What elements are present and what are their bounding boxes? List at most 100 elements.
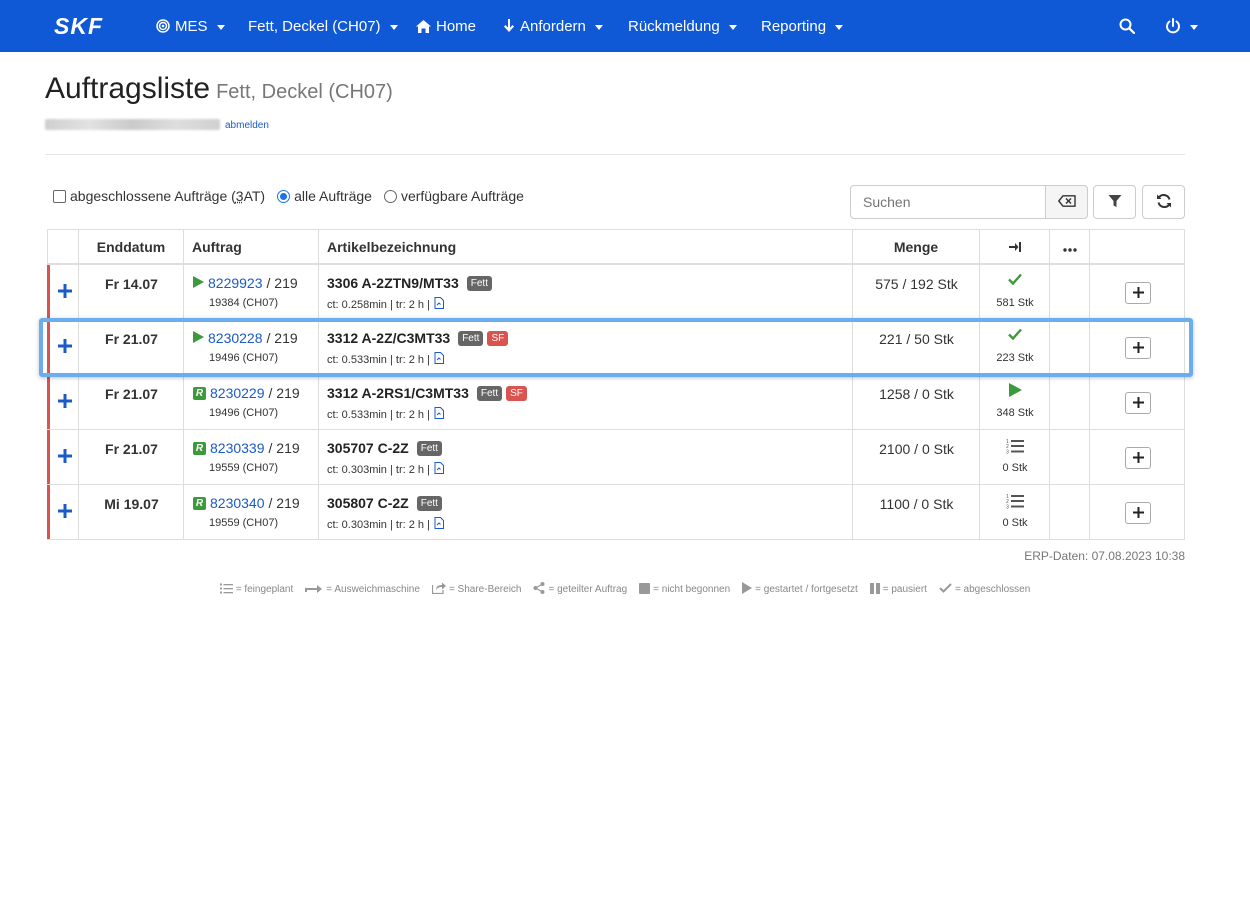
nav-reporting-menu[interactable]: Reporting	[761, 0, 844, 52]
play-icon	[193, 330, 204, 346]
expand-cell	[47, 430, 79, 484]
document-icon[interactable]	[434, 407, 444, 422]
legend-label: = nicht begonnen	[653, 584, 731, 595]
expand-cell	[47, 265, 79, 319]
status-count: 0 Stk	[1002, 517, 1028, 529]
add-button[interactable]	[1125, 392, 1151, 414]
arrow-down-icon	[503, 19, 515, 33]
nav-anfordern-menu[interactable]: Anfordern	[503, 0, 603, 52]
order-number-link[interactable]: 8230339	[210, 440, 265, 456]
status-count: 348 Stk	[996, 407, 1034, 419]
filter-button[interactable]	[1093, 185, 1136, 219]
header-enddatum[interactable]: Enddatum	[79, 230, 184, 263]
table-row[interactable]: Fr 21.07 R 8230229 / 219 19496 (CH07) 3312 A…	[47, 375, 1185, 430]
auftrag-cell: R 8230339 / 219 19559 (CH07)	[184, 430, 319, 484]
document-icon[interactable]	[434, 462, 444, 477]
nav-search-button[interactable]	[1119, 0, 1135, 52]
available-orders-radio[interactable]	[383, 189, 397, 203]
order-number-link[interactable]: 8229923	[208, 275, 263, 291]
all-orders-radio[interactable]	[277, 189, 291, 203]
expand-row-plus-icon[interactable]	[58, 394, 72, 408]
quantity: 221 / 50 Stk	[879, 331, 954, 347]
nav-workplace-label: Fett, Deckel (CH07)	[248, 17, 381, 35]
expand-row-plus-icon[interactable]	[58, 504, 72, 518]
skf-logo[interactable]: SKF	[54, 14, 128, 38]
add-button[interactable]	[1125, 447, 1151, 469]
status-cell: 348 Stk	[980, 375, 1050, 429]
document-icon[interactable]	[434, 517, 444, 532]
order-number-link[interactable]: 8230228	[208, 330, 263, 346]
closed-orders-checkbox[interactable]	[53, 189, 66, 203]
more-cell	[1050, 320, 1090, 374]
table-row[interactable]: Fr 21.07 8230228 / 219 19496 (CH07) 3312 A-…	[47, 320, 1185, 375]
legend-label: = Ausweichmaschine	[326, 584, 420, 595]
nav-mes-menu[interactable]: MES	[156, 0, 225, 52]
order-sub: 19496 (CH07)	[209, 407, 279, 419]
page-title-text: Auftragsliste	[45, 72, 211, 105]
nav-workplace-menu[interactable]: Fett, Deckel (CH07)	[248, 0, 398, 52]
stop-icon	[639, 582, 651, 597]
refresh-button[interactable]	[1142, 185, 1185, 219]
nav-rueckmeldung-menu[interactable]: Rückmeldung	[628, 0, 737, 52]
actions-cell	[1090, 485, 1185, 539]
expand-row-plus-icon[interactable]	[58, 449, 72, 463]
search-input[interactable]	[850, 185, 1046, 219]
closed-orders-count[interactable]: 3	[236, 188, 244, 204]
expand-row-plus-icon[interactable]	[58, 339, 72, 353]
expand-cell	[47, 320, 79, 374]
clear-search-button[interactable]	[1045, 185, 1088, 219]
logout-link[interactable]: abmelden	[225, 120, 269, 131]
actions-cell	[1090, 430, 1185, 484]
article-name: 305707 C-2Z	[327, 440, 409, 456]
menge-cell: 575 / 192 Stk	[853, 265, 980, 319]
check-icon	[980, 273, 1050, 285]
more-cell	[1050, 485, 1090, 539]
chevron-down-icon	[728, 24, 737, 30]
order-number-link[interactable]: 8230229	[210, 385, 265, 401]
header-menge[interactable]: Menge	[853, 230, 980, 263]
ellipsis-icon	[1062, 239, 1077, 255]
add-button[interactable]	[1125, 282, 1151, 304]
status-cell: 123 0 Stk	[980, 485, 1050, 539]
chevron-down-icon	[835, 24, 844, 30]
document-icon[interactable]	[434, 297, 444, 312]
article-badge: Fett	[458, 330, 484, 346]
status-cell: 581 Stk	[980, 265, 1050, 319]
more-cell	[1050, 265, 1090, 319]
order-filters: abgeschlossene Aufträge (3 AT) alle Auft…	[53, 188, 524, 204]
order-operation: / 219	[266, 275, 298, 291]
legend-item: = geteilter Auftrag	[533, 582, 627, 597]
play-icon	[742, 582, 753, 597]
nav-power-menu[interactable]	[1165, 0, 1198, 52]
order-operation: / 219	[268, 385, 300, 401]
document-icon[interactable]	[434, 352, 444, 367]
auftrag-cell: R 8230229 / 219 19496 (CH07)	[184, 375, 319, 429]
add-button[interactable]	[1125, 502, 1151, 524]
all-orders-label: alle Aufträge	[294, 188, 372, 204]
header-more[interactable]	[1050, 230, 1090, 263]
arrow-to-right-icon	[1008, 239, 1021, 255]
legend-item: = nicht begonnen	[639, 582, 730, 597]
order-number-link[interactable]: 8230340	[210, 495, 265, 511]
header-artikelbezeichnung[interactable]: Artikelbezeichnung	[319, 230, 853, 263]
enddatum-cell: Mi 19.07	[79, 485, 184, 539]
nav-home-link[interactable]: Home	[416, 0, 476, 52]
table-row[interactable]: Fr 21.07 R 8230339 / 219 19559 (CH07) 305707…	[47, 430, 1185, 485]
erp-timestamp: ERP-Daten: 07.08.2023 10:38	[1024, 549, 1185, 563]
released-badge-icon: R	[193, 441, 206, 455]
plus-icon	[1132, 395, 1144, 411]
table-row[interactable]: Fr 14.07 8229923 / 219 19384 (CH07) 3306 A-…	[47, 265, 1185, 320]
article-name: 305807 C-2Z	[327, 495, 409, 511]
table-row[interactable]: Mi 19.07 R 8230340 / 219 19559 (CH07) 305807…	[47, 485, 1185, 540]
header-auftrag[interactable]: Auftrag	[184, 230, 319, 263]
article-badge: Fett	[416, 440, 442, 456]
play-icon	[980, 383, 1050, 397]
refresh-icon	[1156, 193, 1172, 212]
header-expand	[47, 230, 79, 263]
article-badge: SF	[506, 385, 527, 401]
more-cell	[1050, 430, 1090, 484]
order-sub: 19384 (CH07)	[209, 297, 279, 309]
add-button[interactable]	[1125, 337, 1151, 359]
header-status[interactable]	[980, 230, 1050, 263]
expand-row-plus-icon[interactable]	[58, 284, 72, 298]
